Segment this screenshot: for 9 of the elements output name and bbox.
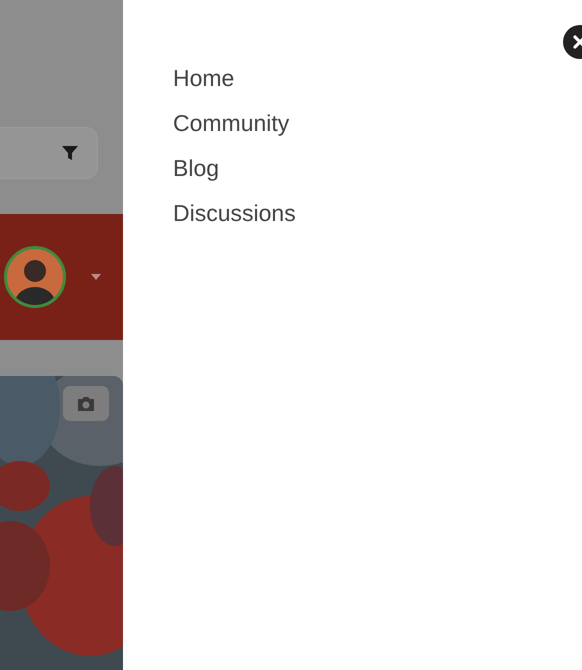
nav-link[interactable]: Blog xyxy=(173,146,220,191)
camera-button[interactable] xyxy=(63,386,109,422)
nav-link[interactable]: Home xyxy=(173,56,234,101)
camera-icon xyxy=(76,396,96,412)
nav-link[interactable]: Discussions xyxy=(173,191,296,236)
nav-link[interactable]: Community xyxy=(173,101,290,146)
search-field[interactable] xyxy=(0,127,98,180)
filter-icon[interactable] xyxy=(61,144,79,162)
caret-icon[interactable] xyxy=(91,274,101,280)
